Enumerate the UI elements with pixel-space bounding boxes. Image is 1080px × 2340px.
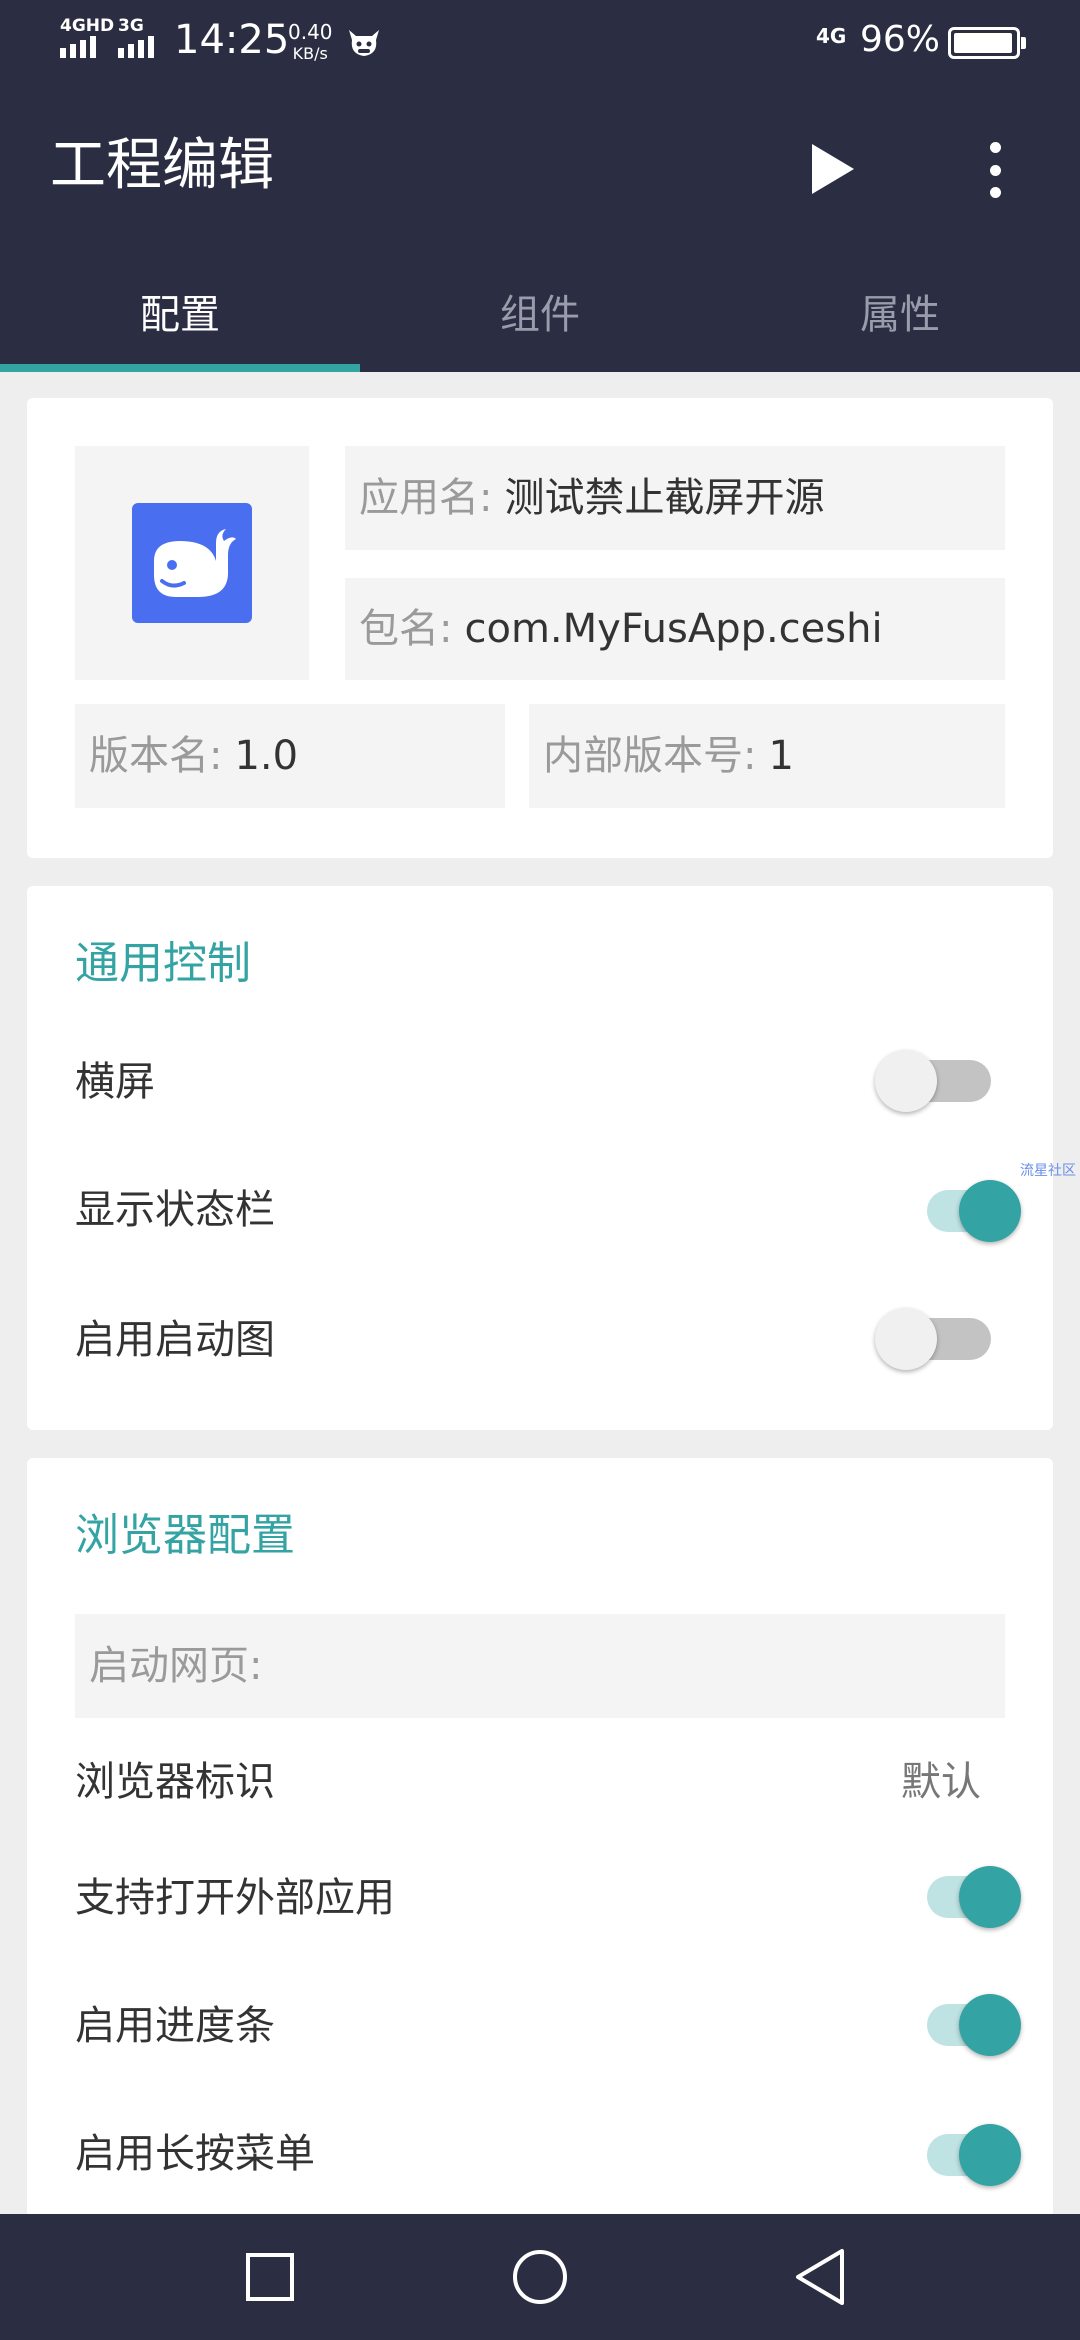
navigation-bar: [0, 2214, 1080, 2340]
general-section-title: 通用控制: [75, 938, 251, 989]
splash-image-toggle[interactable]: [875, 1304, 1015, 1374]
watermark: 流星社区: [1020, 1163, 1076, 1179]
landscape-label: 横屏: [75, 1059, 155, 1105]
user-agent-value[interactable]: 默认: [901, 1762, 981, 1802]
signal-1-label: 4GHD: [60, 16, 115, 36]
package-name-value: com.MyFusApp.ceshi: [464, 606, 883, 652]
progress-bar-toggle[interactable]: [875, 1990, 1021, 2060]
clock: 14:25: [174, 17, 290, 63]
home-circle-icon[interactable]: [510, 2247, 570, 2307]
app-icon-button[interactable]: [75, 446, 309, 680]
version-code-field[interactable]: 内部版本号: 1: [529, 704, 1005, 808]
start-page-label: 启动网页:: [89, 1643, 263, 1689]
landscape-toggle[interactable]: [875, 1046, 1015, 1116]
page-title: 工程编辑: [50, 133, 274, 198]
whale-icon: [154, 529, 236, 597]
cow-notification-icon: [349, 30, 379, 56]
app-name-field[interactable]: 应用名: 测试禁止截屏开源: [345, 446, 1005, 550]
net-speed-value: 0.40: [288, 20, 333, 44]
general-control-card: 通用控制 横屏 显示状态栏 启用启动图: [27, 886, 1053, 1430]
package-name-field[interactable]: 包名: com.MyFusApp.ceshi: [345, 578, 1005, 680]
open-external-apps-label: 支持打开外部应用: [75, 1875, 395, 1921]
net-speed: 0.40 KB/s: [288, 22, 333, 64]
recents-square-icon[interactable]: [240, 2247, 300, 2307]
user-agent-label: 浏览器标识: [75, 1759, 275, 1805]
version-code-value: 1: [768, 733, 794, 779]
app-info-card: 应用名: 测试禁止截屏开源 包名: com.MyFusApp.ceshi 版本名: 1…: [27, 398, 1053, 858]
tab-config[interactable]: 配置: [0, 250, 360, 372]
net-speed-unit: KB/s: [292, 44, 328, 63]
back-triangle-icon[interactable]: [792, 2247, 852, 2307]
battery-percent: 96%: [860, 19, 941, 60]
whale-app-icon: [132, 503, 252, 623]
battery-fill: [954, 33, 1012, 53]
show-status-bar-toggle[interactable]: [875, 1176, 1021, 1246]
start-page-field[interactable]: 启动网页:: [75, 1614, 1005, 1718]
show-status-bar-label: 显示状态栏: [75, 1187, 275, 1233]
version-code-label: 内部版本号:: [543, 733, 757, 779]
tab-components[interactable]: 组件: [360, 250, 720, 372]
tab-bar: 配置 组件 属性: [0, 250, 1080, 372]
signal-1-icon: [60, 36, 96, 58]
version-name-value: 1.0: [234, 733, 299, 779]
long-press-menu-label: 启用长按菜单: [75, 2131, 315, 2177]
package-name-label: 包名:: [359, 606, 453, 652]
network-type: 4G: [816, 24, 847, 48]
more-vert-icon[interactable]: [980, 142, 1010, 198]
tab-properties[interactable]: 属性: [720, 250, 1080, 372]
signal-2-label: 3G: [118, 16, 144, 36]
signal-2-icon: [118, 36, 154, 58]
progress-bar-label: 启用进度条: [75, 2003, 275, 2049]
long-press-menu-toggle[interactable]: [875, 2120, 1021, 2190]
status-bar: 4GHD 3G 14:25 0.40 KB/s 4G 96%: [0, 0, 1080, 84]
app-name-label: 应用名:: [359, 475, 493, 521]
app-bar: 工程编辑: [0, 84, 1080, 250]
version-name-label: 版本名:: [89, 733, 223, 779]
play-icon[interactable]: [808, 142, 856, 196]
browser-config-card: 浏览器配置 启动网页: 浏览器标识 默认 支持打开外部应用 启用进度条 启用长按…: [27, 1458, 1053, 2218]
battery-icon: [948, 27, 1026, 59]
open-external-apps-toggle[interactable]: [875, 1862, 1021, 1932]
browser-section-title: 浏览器配置: [75, 1510, 295, 1561]
splash-image-label: 启用启动图: [75, 1317, 275, 1363]
version-name-field[interactable]: 版本名: 1.0: [75, 704, 505, 808]
app-name-value: 测试禁止截屏开源: [504, 475, 825, 521]
